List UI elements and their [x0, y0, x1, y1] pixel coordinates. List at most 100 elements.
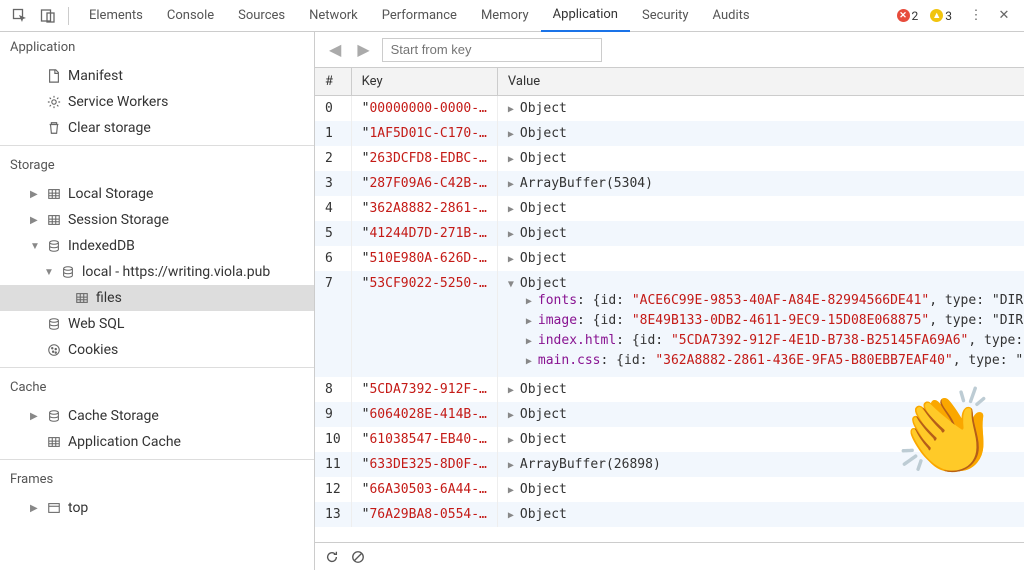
sidebar-item-label: Clear storage [68, 120, 151, 136]
index-cell: 11 [315, 452, 351, 477]
nav-forward-icon[interactable]: ▶ [353, 40, 373, 59]
tab-audits[interactable]: Audits [701, 0, 762, 32]
sidebar-section-header: Frames [0, 464, 314, 495]
db-icon [60, 264, 76, 280]
index-cell: 0 [315, 96, 351, 122]
table-row[interactable]: 7"53CF9022-5250-…▼Object▶fonts: {id: "AC… [315, 271, 1024, 377]
warning-icon: ▲ [930, 9, 943, 22]
twisty-icon: ▶ [30, 215, 40, 226]
content-pane: ◀ ▶ #KeyValue 0"00000000-0000-…▶Object1"… [315, 32, 1024, 570]
nav-back-icon[interactable]: ◀ [325, 40, 345, 59]
sidebar-item-label: Web SQL [68, 316, 124, 332]
sidebar-section-header: Cache [0, 372, 314, 403]
sidebar-item-application-cache[interactable]: Application Cache [0, 429, 314, 455]
sidebar-item-label: Session Storage [68, 212, 169, 228]
grid-icon [46, 186, 62, 202]
tab-network[interactable]: Network [297, 0, 370, 32]
value-cell: ▶Object [497, 121, 1024, 146]
key-cell: "287F09A6-C42B-… [351, 171, 497, 196]
value-cell: ▶Object [497, 402, 1024, 427]
device-toggle-icon[interactable] [36, 4, 60, 28]
sidebar-item-local-https-writing-viola-pub[interactable]: ▼local - https://writing.viola.pub [0, 259, 314, 285]
sidebar-item-service-workers[interactable]: Service Workers [0, 89, 314, 115]
table-row[interactable]: 9"6064028E-414B-…▶Object [315, 402, 1024, 427]
twisty-icon: ▶ [30, 411, 40, 422]
twisty-icon: ▼ [30, 241, 40, 252]
sidebar-item-session-storage[interactable]: ▶ Session Storage [0, 207, 314, 233]
key-cell: "5CDA7392-912F-… [351, 377, 497, 402]
table-row[interactable]: 12"66A30503-6A44-…▶Object [315, 477, 1024, 502]
value-cell: ▶Object [497, 377, 1024, 402]
key-cell: "510E980A-626D-… [351, 246, 497, 271]
grid-icon [74, 290, 90, 306]
tab-security[interactable]: Security [630, 0, 701, 32]
table-row[interactable]: 11"633DE325-8D0F-…▶ArrayBuffer(26898) [315, 452, 1024, 477]
gear-icon [46, 94, 62, 110]
sidebar-item-indexeddb[interactable]: ▼ IndexedDB [0, 233, 314, 259]
index-cell: 10 [315, 427, 351, 452]
sidebar-item-local-storage[interactable]: ▶Local Storage [0, 181, 314, 207]
key-cell: "66A30503-6A44-… [351, 477, 497, 502]
inspect-element-icon[interactable] [8, 4, 32, 28]
db-icon [46, 316, 62, 332]
tab-elements[interactable]: Elements [77, 0, 155, 32]
key-cell: "6064028E-414B-… [351, 402, 497, 427]
table-row[interactable]: 10"61038547-EB40-…▶Object [315, 427, 1024, 452]
sidebar-item-cache-storage[interactable]: ▶Cache Storage [0, 403, 314, 429]
key-cell: "61038547-EB40-… [351, 427, 497, 452]
db-icon [46, 408, 62, 424]
sidebar-item-label: Application Cache [68, 434, 181, 450]
tab-console[interactable]: Console [155, 0, 226, 32]
column-header-index[interactable]: # [315, 68, 351, 96]
sidebar-item-label: Local Storage [68, 186, 153, 202]
sidebar-item-top[interactable]: ▶ top [0, 495, 314, 521]
error-icon: ✕ [897, 9, 910, 22]
sidebar-item-label: top [68, 500, 88, 516]
warning-badge[interactable]: ▲ 3 [930, 9, 952, 23]
column-header-key[interactable]: Key [351, 68, 497, 96]
tab-memory[interactable]: Memory [469, 0, 541, 32]
sidebar-item-manifest[interactable]: Manifest [0, 63, 314, 89]
index-cell: 8 [315, 377, 351, 402]
table-row[interactable]: 2"263DCFD8-EDBC-…▶Object [315, 146, 1024, 171]
value-cell: ▶Object [497, 221, 1024, 246]
table-row[interactable]: 13"76A29BA8-0554-…▶Object [315, 502, 1024, 527]
more-icon[interactable]: ⋮ [964, 4, 988, 28]
table-row[interactable]: 5"41244D7D-271B-…▶Object [315, 221, 1024, 246]
value-cell: ▶Object [497, 96, 1024, 122]
close-icon[interactable]: ✕ [992, 4, 1016, 28]
tab-sources[interactable]: Sources [226, 0, 297, 32]
table-row[interactable]: 8"5CDA7392-912F-…▶Object [315, 377, 1024, 402]
index-cell: 2 [315, 146, 351, 171]
search-input[interactable] [382, 38, 602, 62]
index-cell: 6 [315, 246, 351, 271]
tab-performance[interactable]: Performance [370, 0, 469, 32]
clear-icon[interactable] [351, 550, 365, 564]
table-row[interactable]: 3"287F09A6-C42B-…▶ArrayBuffer(5304) [315, 171, 1024, 196]
twisty-icon: ▶ [30, 503, 40, 514]
grid-icon [46, 434, 62, 450]
sidebar-item-clear-storage[interactable]: Clear storage [0, 115, 314, 141]
error-badge[interactable]: ✕ 2 [897, 9, 919, 23]
column-header-value[interactable]: Value [497, 68, 1024, 96]
index-cell: 7 [315, 271, 351, 377]
key-cell: "362A8882-2861-… [351, 196, 497, 221]
table-row[interactable]: 6"510E980A-626D-…▶Object [315, 246, 1024, 271]
key-cell: "1AF5D01C-C170-… [351, 121, 497, 146]
window-icon [46, 500, 62, 516]
warning-count: 3 [945, 9, 952, 23]
table-row[interactable]: 4"362A8882-2861-…▶Object [315, 196, 1024, 221]
table-row[interactable]: 0"00000000-0000-…▶Object [315, 96, 1024, 122]
sidebar-item-cookies[interactable]: Cookies [0, 337, 314, 363]
value-cell: ▶Object [497, 502, 1024, 527]
sidebar-section-header: Storage [0, 150, 314, 181]
sidebar-item-files[interactable]: files [0, 285, 314, 311]
sidebar-item-web-sql[interactable]: Web SQL [0, 311, 314, 337]
value-cell: ▼Object▶fonts: {id: "ACE6C99E-9853-40AF-… [497, 271, 1024, 377]
refresh-icon[interactable] [325, 550, 339, 564]
sidebar-item-label: IndexedDB [68, 238, 135, 254]
sidebar-item-label: Manifest [68, 68, 123, 84]
tab-application[interactable]: Application [541, 0, 630, 32]
table-row[interactable]: 1"1AF5D01C-C170-…▶Object [315, 121, 1024, 146]
sidebar-item-label: files [96, 290, 122, 306]
